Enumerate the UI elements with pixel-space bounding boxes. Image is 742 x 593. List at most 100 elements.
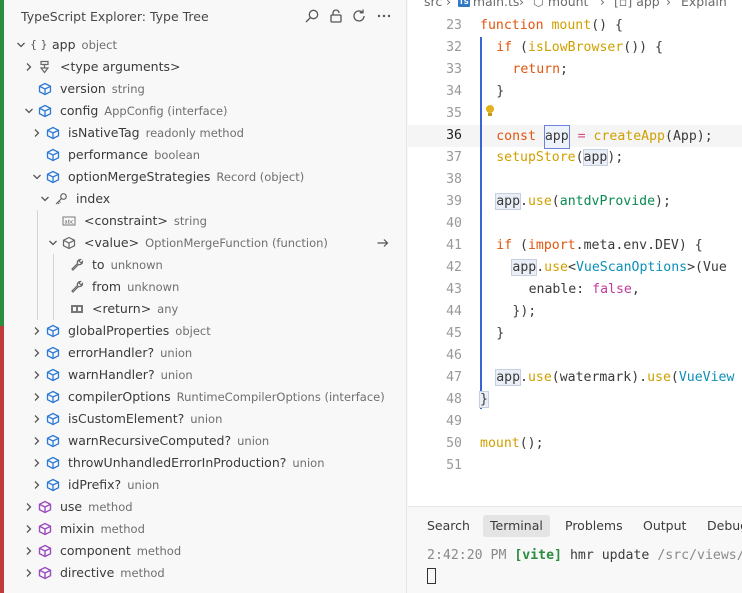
breadcrumb-root[interactable]: src <box>424 0 442 9</box>
code-line[interactable]: 46 <box>408 345 742 367</box>
chevron-right-icon[interactable] <box>24 546 34 556</box>
tree-item-value[interactable]: <value> OptionMergeFunction (function) <box>0 232 406 254</box>
code-line[interactable]: 23 function mount() { <box>408 15 742 37</box>
code-line[interactable]: 35 <box>408 103 742 125</box>
tree-item-optionMergeStrategies[interactable]: optionMergeStrategies Record (object) <box>0 166 406 188</box>
property-icon <box>46 390 60 404</box>
chevron-right-icon[interactable] <box>24 524 34 534</box>
tab-debug[interactable]: Debug <box>707 515 742 537</box>
chevron-right-icon[interactable] <box>32 414 42 424</box>
code-line[interactable]: 39 app.use(antdvProvide); <box>408 191 742 213</box>
tree-item-performance[interactable]: performance boolean <box>0 144 406 166</box>
tree-item-config[interactable]: config AppConfig (interface) <box>0 100 406 122</box>
code-line[interactable]: 50 mount(); <box>408 433 742 455</box>
chevron-right-icon[interactable] <box>32 392 42 402</box>
tree-item-type: method <box>100 522 145 536</box>
code-line[interactable]: 36 const app = createApp(App); <box>408 125 742 149</box>
code-line[interactable]: 32 if (isLowBrowser()) { <box>408 37 742 59</box>
chevron-right-icon[interactable] <box>24 62 34 72</box>
code-line[interactable]: 34} <box>408 81 742 103</box>
code-line[interactable]: 44}); <box>408 301 742 323</box>
tab-problems[interactable]: Problems <box>565 515 623 537</box>
chevron-right-icon[interactable] <box>32 436 42 446</box>
breadcrumb-sep: › <box>446 0 451 9</box>
tree-item-use[interactable]: use method <box>0 496 406 518</box>
tree-item-constraint[interactable]: abc <constraint> string <box>0 210 406 232</box>
chevron-down-icon[interactable] <box>32 172 42 182</box>
line-number: 48 <box>446 392 462 407</box>
tree-item-app[interactable]: { } app object <box>0 34 406 56</box>
tree-item-type: AppConfig (interface) <box>104 104 228 118</box>
tab-search[interactable]: Search <box>427 515 470 537</box>
chevron-right-icon[interactable] <box>32 128 42 138</box>
tree-item-type: union <box>190 412 223 426</box>
code-line[interactable]: 40 <box>408 213 742 235</box>
tree-item-isNativeTag[interactable]: isNativeTag readonly method <box>0 122 406 144</box>
chevron-right-icon[interactable] <box>32 326 42 336</box>
tree-item-type: union <box>292 456 325 470</box>
tree-item-errorHandler[interactable]: errorHandler? union <box>0 342 406 364</box>
breadcrumb-sym[interactable]: [▫] app <box>614 0 660 9</box>
tree-item-version[interactable]: version string <box>0 78 406 100</box>
chevron-right-icon[interactable] <box>24 568 34 578</box>
method-icon <box>38 500 52 514</box>
code-line[interactable]: 42 app.use<VueScanOptions>(Vue <box>408 257 742 279</box>
tree-item-return[interactable]: <return> any <box>0 298 406 320</box>
code-editor[interactable]: src › TS main.ts › ⬡ mount › [▫] app › Ex… <box>408 0 742 506</box>
terminal-time: 2:42:20 PM <box>427 548 507 563</box>
tree-item-label: version string <box>60 81 145 96</box>
code-line[interactable]: 38 <box>408 169 742 191</box>
breadcrumb-explain[interactable]: Explain <box>681 0 727 9</box>
chevron-down-icon[interactable] <box>48 238 58 248</box>
tree-item-index[interactable]: index <box>0 188 406 210</box>
tree-item-isCustomElement[interactable]: isCustomElement? union <box>0 408 406 430</box>
code-line[interactable]: 49 <box>408 411 742 433</box>
tab-terminal[interactable]: Terminal <box>483 515 550 537</box>
code-line[interactable]: 48} <box>408 389 742 411</box>
tab-output[interactable]: Output <box>643 515 686 537</box>
tree-item-globalProperties[interactable]: globalProperties object <box>0 320 406 342</box>
chevron-right-icon[interactable] <box>32 480 42 490</box>
code-line[interactable]: 45} <box>408 323 742 345</box>
arrow-right-icon[interactable] <box>376 236 390 250</box>
tree-item-from[interactable]: from unknown <box>0 276 406 298</box>
line-number: 40 <box>446 216 462 231</box>
breadcrumb-file[interactable]: TS main.ts <box>458 0 519 9</box>
chevron-down-icon[interactable] <box>16 40 26 50</box>
code-line[interactable]: 51 <box>408 455 742 477</box>
chevron-down-icon[interactable] <box>24 106 34 116</box>
search-icon[interactable] <box>304 8 320 24</box>
chevron-down-icon[interactable] <box>40 194 50 204</box>
tree-item-type: method <box>88 500 133 514</box>
tree-item-warnRecursiveComputed[interactable]: warnRecursiveComputed? union <box>0 430 406 452</box>
chevron-right-icon[interactable] <box>32 458 42 468</box>
tree-item-compilerOptions[interactable]: compilerOptions RuntimeCompilerOptions (i… <box>0 386 406 408</box>
tree-item-idPrefix[interactable]: idPrefix? union <box>0 474 406 496</box>
tree-item-warnHandler[interactable]: warnHandler? union <box>0 364 406 386</box>
tree-item-directive[interactable]: directive method <box>0 562 406 584</box>
tree-item-to[interactable]: to unknown <box>0 254 406 276</box>
chevron-right-icon[interactable] <box>32 348 42 358</box>
code-line[interactable]: 37 setupStore(app); <box>408 147 742 169</box>
more-icon[interactable] <box>376 8 392 24</box>
code-line[interactable]: 33 return; <box>408 59 742 81</box>
tree-item-label: from unknown <box>92 279 180 294</box>
tree-item-throwUnhandledErrorInProduction[interactable]: throwUnhandledErrorInProduction? union <box>0 452 406 474</box>
code-line[interactable]: 47 app.use(watermark).use(VueView <box>408 367 742 389</box>
code-text: setupStore(app); <box>496 149 624 166</box>
tree-item-label: globalProperties object <box>68 323 211 338</box>
lock-icon[interactable] <box>328 8 344 24</box>
code-line[interactable]: 43 enable: false, <box>408 279 742 301</box>
code-line[interactable]: 41 if (import.meta.env.DEV) { <box>408 235 742 257</box>
chevron-right-icon[interactable] <box>32 370 42 380</box>
type-arguments-icon <box>38 60 52 74</box>
breadcrumb-fn[interactable]: ⬡ mount <box>533 0 588 9</box>
tree-item-type-arguments[interactable]: <type arguments> <box>0 56 406 78</box>
terminal-cursor[interactable] <box>427 568 436 584</box>
tree-item-type: object <box>175 324 211 338</box>
tree-item-component[interactable]: component method <box>0 540 406 562</box>
chevron-right-icon[interactable] <box>24 502 34 512</box>
tree-item-mixin[interactable]: mixin method <box>0 518 406 540</box>
refresh-icon[interactable] <box>351 8 367 24</box>
breadcrumb-sep: › <box>600 0 605 9</box>
